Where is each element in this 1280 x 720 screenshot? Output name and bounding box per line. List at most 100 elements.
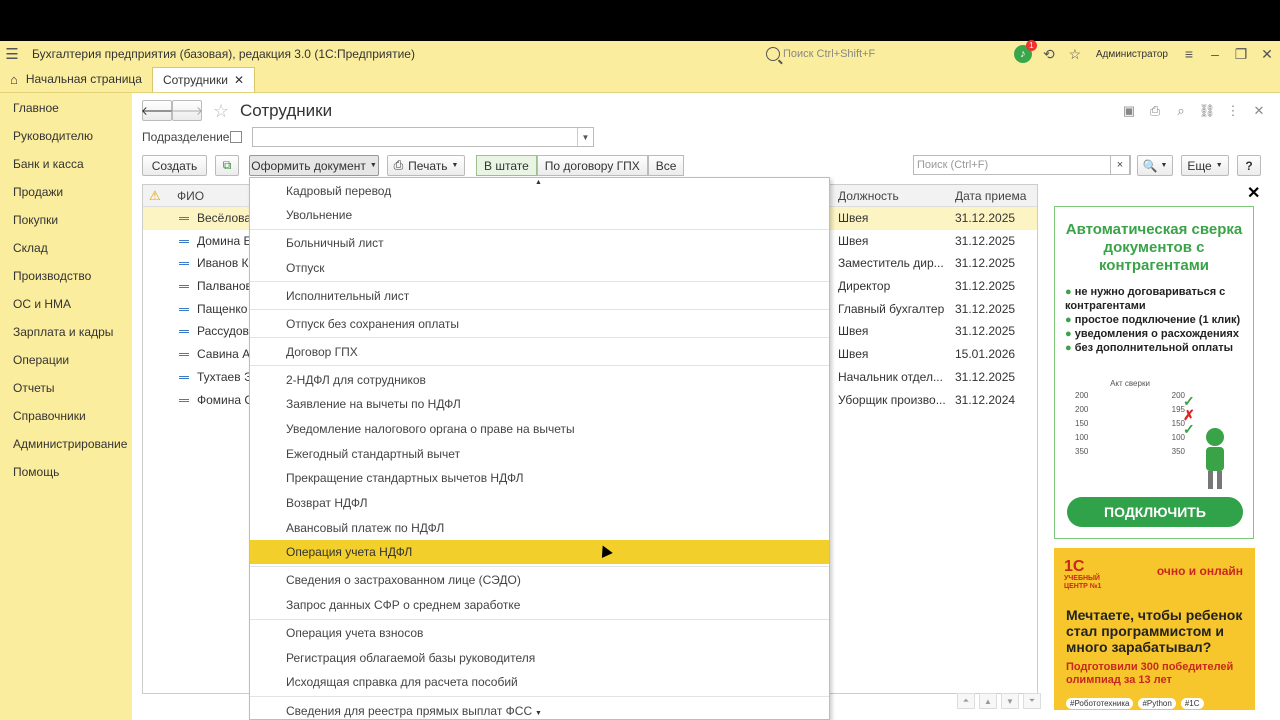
- preview-icon[interactable]: ⌕: [1172, 102, 1190, 120]
- minimize-icon[interactable]: –: [1202, 41, 1228, 67]
- restore-icon[interactable]: ❐: [1228, 41, 1254, 67]
- sidebar-item-catalogs[interactable]: Справочники: [0, 402, 132, 430]
- main-menu-icon[interactable]: ☰: [0, 41, 24, 67]
- menu-item[interactable]: Исполнительный лист: [250, 284, 829, 308]
- close-tab-icon[interactable]: ✕: [234, 73, 244, 87]
- menu-item[interactable]: Отпуск: [250, 256, 829, 280]
- make-document-button[interactable]: Оформить документ ▼: [249, 155, 379, 176]
- chevron-down-icon[interactable]: ▼: [577, 128, 593, 146]
- logo-text: 1С: [1064, 558, 1085, 575]
- close-icon[interactable]: ✕: [1254, 41, 1280, 67]
- more-vertical-icon[interactable]: ⋮: [1224, 102, 1242, 120]
- employee-icon: [179, 375, 189, 379]
- menu-item[interactable]: Увольнение: [250, 203, 829, 227]
- close-ads-icon[interactable]: ✕: [1247, 183, 1260, 203]
- dropdown-arrow-icon: ▼: [451, 162, 459, 169]
- menu-item[interactable]: 2-НДФЛ для сотрудников: [250, 368, 829, 392]
- sidebar-item-help[interactable]: Помощь: [0, 458, 132, 486]
- filter-staff[interactable]: В штате: [476, 155, 537, 176]
- warning-icon: ⚠: [149, 188, 161, 203]
- filter-gph[interactable]: По договору ГПХ: [536, 155, 648, 176]
- arrow-right-icon: 🡒: [170, 104, 204, 118]
- global-search[interactable]: Поиск Ctrl+Shift+F: [766, 45, 1016, 63]
- training-center-logo: 1С УЧЕБНЫЙ ЦЕНТР №1: [1064, 558, 1109, 596]
- connect-button[interactable]: ПОДКЛЮЧИТЬ: [1067, 497, 1243, 527]
- cell-date: 31.12.2025: [955, 211, 1016, 225]
- tab-home[interactable]: ⌂ Начальная страница: [0, 66, 152, 92]
- menu-item[interactable]: Ежегодный стандартный вычет: [250, 442, 829, 466]
- menu-separator: [250, 566, 829, 567]
- ad2-headline: Мечтаете, чтобы ребенок стал программист…: [1066, 607, 1243, 655]
- create-button[interactable]: Создать: [142, 155, 207, 176]
- scroll-up-icon[interactable]: ▲: [979, 693, 997, 709]
- back-button[interactable]: 🡐: [141, 100, 173, 121]
- cell-date: 31.12.2024: [955, 392, 1016, 407]
- page-title: Сотрудники: [240, 101, 333, 120]
- tab-employees[interactable]: Сотрудники ✕: [151, 67, 256, 92]
- menu-item[interactable]: Исходящая справка для расчета пособий: [250, 670, 829, 694]
- col-hire-date[interactable]: Дата приема: [955, 189, 1026, 203]
- history-icon[interactable]: ⟲: [1036, 41, 1062, 67]
- menu-item[interactable]: Заявление на вычеты по НДФЛ: [250, 392, 829, 416]
- sidebar-item-bank[interactable]: Банк и касса: [0, 150, 132, 178]
- checkmark-icon: ✓: [1183, 421, 1195, 437]
- cell-position: Начальник отдел...: [838, 369, 943, 384]
- close-form-icon[interactable]: ✕: [1250, 102, 1268, 120]
- scroll-top-icon[interactable]: ⏶: [957, 693, 975, 709]
- menu-item[interactable]: Операция учета взносов: [250, 621, 829, 645]
- sidebar-item-production[interactable]: Производство: [0, 262, 132, 290]
- menu-item[interactable]: Договор ГПХ: [250, 340, 829, 364]
- copy-icon[interactable]: ⧉: [215, 155, 239, 176]
- sidebar-item-purchases[interactable]: Покупки: [0, 206, 132, 234]
- save-icon[interactable]: ▣: [1120, 102, 1138, 120]
- subdivision-checkbox[interactable]: [230, 131, 242, 143]
- sidebar-item-admin[interactable]: Администрирование: [0, 430, 132, 458]
- print-icon[interactable]: ⎙: [1146, 102, 1164, 120]
- scroll-down-icon[interactable]: ▼: [1001, 693, 1019, 709]
- reconciliation-ad[interactable]: Автоматическая сверка документов с контр…: [1054, 206, 1254, 539]
- scroll-bottom-icon[interactable]: ⏷: [1023, 693, 1041, 709]
- filter-all[interactable]: Все: [647, 155, 685, 176]
- training-center-ad[interactable]: 1С УЧЕБНЫЙ ЦЕНТР №1 очно и онлайн Мечтает…: [1054, 548, 1255, 710]
- ad-bullet: простое подключение (1 клик): [1065, 313, 1253, 327]
- menu-item[interactable]: Регистрация облагаемой базы руководителя: [250, 646, 829, 670]
- menu-item[interactable]: Авансовый платеж по НДФЛ: [250, 516, 829, 540]
- col-position[interactable]: Должность: [838, 189, 899, 203]
- favorite-star-icon[interactable]: ☆: [213, 101, 229, 122]
- menu-item-highlighted[interactable]: Операция учета НДФЛ: [250, 540, 829, 564]
- help-button[interactable]: ?: [1237, 155, 1261, 176]
- forward-button[interactable]: 🡒: [170, 100, 204, 121]
- more-button[interactable]: Еще ▼: [1181, 155, 1229, 176]
- favorites-icon[interactable]: ☆: [1062, 41, 1088, 67]
- sidebar-item-sales[interactable]: Продажи: [0, 178, 132, 206]
- menu-item[interactable]: Уведомление налогового органа о праве на…: [250, 417, 829, 441]
- ad-format-badge: очно и онлайн: [1156, 564, 1243, 578]
- sidebar-item-manager[interactable]: Руководителю: [0, 122, 132, 150]
- cell-date: 31.12.2025: [955, 369, 1016, 384]
- col-name[interactable]: ФИО: [177, 189, 204, 203]
- sidebar-item-main[interactable]: Главное: [0, 94, 132, 122]
- menu-item[interactable]: Больничный лист: [250, 231, 829, 255]
- settings-icon[interactable]: ≡: [1176, 41, 1202, 67]
- print-button[interactable]: ⎙ Печать ▼: [387, 155, 465, 176]
- user-name[interactable]: Администратор: [1096, 49, 1168, 60]
- list-search-input[interactable]: Поиск (Ctrl+F): [913, 155, 1131, 175]
- menu-item[interactable]: Отпуск без сохранения оплаты: [250, 312, 829, 336]
- link-icon[interactable]: ⛓: [1198, 102, 1216, 120]
- employee-icon: [179, 307, 189, 311]
- menu-item[interactable]: Прекращение стандартных вычетов НДФЛ: [250, 466, 829, 490]
- scroll-down-arrow-icon[interactable]: ▼: [535, 710, 542, 717]
- menu-item[interactable]: Сведения о застрахованном лице (СЭДО): [250, 568, 829, 592]
- sidebar-item-warehouse[interactable]: Склад: [0, 234, 132, 262]
- menu-item[interactable]: Кадровый перевод: [250, 179, 829, 203]
- menu-item[interactable]: Запрос данных СФР о среднем заработке: [250, 593, 829, 617]
- subdivision-field[interactable]: ▼: [252, 127, 594, 147]
- sidebar-item-salary[interactable]: Зарплата и кадры: [0, 318, 132, 346]
- notifications-button[interactable]: ♪ 1: [1010, 40, 1037, 67]
- menu-item[interactable]: Возврат НДФЛ: [250, 491, 829, 515]
- search-button[interactable]: 🔍 ▼: [1137, 155, 1173, 176]
- clear-search-icon[interactable]: ×: [1110, 155, 1130, 175]
- sidebar-item-operations[interactable]: Операции: [0, 346, 132, 374]
- sidebar-item-assets[interactable]: ОС и НМА: [0, 290, 132, 318]
- sidebar-item-reports[interactable]: Отчеты: [0, 374, 132, 402]
